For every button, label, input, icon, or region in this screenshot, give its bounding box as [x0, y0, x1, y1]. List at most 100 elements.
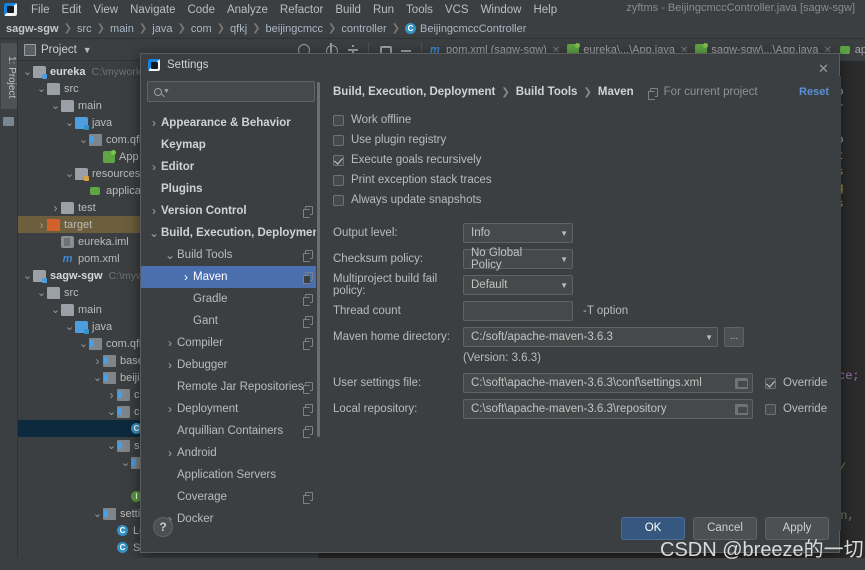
settings-tree-item-build-tools[interactable]: ⌄ Build Tools	[141, 244, 321, 266]
chevron-down-icon[interactable]: ▼	[83, 45, 92, 55]
chevron-down-icon[interactable]: ⌄	[64, 168, 75, 179]
settings-tree-item-version-control[interactable]: › Version Control	[141, 200, 321, 222]
close-icon[interactable]: ✕	[818, 62, 829, 75]
settings-tree-item-gant[interactable]: Gant	[141, 310, 321, 332]
checksum-policy-select[interactable]: No Global Policy ▼	[463, 247, 573, 271]
breadcrumb-item-class[interactable]: BeijingcmccController	[420, 23, 526, 35]
settings-tree-item-arquillian-containers[interactable]: Arquillian Containers	[141, 420, 321, 442]
settings-tree-item-appearance-behavior[interactable]: › Appearance & Behavior	[141, 112, 321, 134]
settings-tree-item-build-execution-deployment[interactable]: ⌄ Build, Execution, Deployment	[141, 222, 321, 244]
settings-breadcrumb-2[interactable]: Maven	[598, 86, 634, 98]
chevron-down-icon[interactable]: ⌄	[50, 100, 61, 111]
settings-tree-item-android[interactable]: › Android	[141, 442, 321, 464]
settings-breadcrumb-1[interactable]: Build Tools	[516, 86, 578, 98]
chevron-down-icon[interactable]: ⌄	[163, 249, 177, 261]
menu-item-help[interactable]: Help	[527, 3, 563, 17]
menu-item-analyze[interactable]: Analyze	[221, 3, 274, 17]
help-button[interactable]: ?	[153, 517, 173, 537]
settings-tree-item-debugger[interactable]: › Debugger	[141, 354, 321, 376]
folder-browse-icon[interactable]	[735, 377, 748, 389]
menu-item-view[interactable]: View	[87, 3, 124, 17]
chevron-right-icon[interactable]: ›	[50, 201, 61, 215]
settings-tree-item-remote-jar-repositories[interactable]: Remote Jar Repositories	[141, 376, 321, 398]
chevron-down-icon[interactable]: ⌄	[78, 134, 89, 145]
use-plugin-registry-checkbox[interactable]	[333, 134, 344, 146]
chevron-right-icon[interactable]: ›	[147, 160, 161, 174]
chevron-down-icon[interactable]: ⌄	[120, 457, 131, 468]
settings-tree-item-gradle[interactable]: Gradle	[141, 288, 321, 310]
menu-item-run[interactable]: Run	[367, 3, 400, 17]
chevron-down-icon[interactable]: ⌄	[106, 440, 117, 451]
user-settings-input[interactable]: C:\soft\apache-maven-3.6.3\conf\settings…	[463, 373, 753, 393]
chevron-down-icon[interactable]: ⌄	[78, 338, 89, 349]
chevron-down-icon[interactable]: ⌄	[147, 227, 161, 239]
breadcrumb-item-src[interactable]: src	[77, 23, 92, 35]
breadcrumb-item-project[interactable]: sagw-sgw	[6, 23, 59, 35]
checkbox-row-work-offline[interactable]: Work offline	[333, 110, 829, 130]
checkbox-row-use-plugin-registry[interactable]: Use plugin registry	[333, 130, 829, 150]
menu-item-vcs[interactable]: VCS	[439, 3, 475, 17]
local-repository-input[interactable]: C:\soft\apache-maven-3.6.3\repository	[463, 399, 753, 419]
menu-item-navigate[interactable]: Navigate	[124, 3, 181, 17]
chevron-down-icon[interactable]: ⌄	[50, 304, 61, 315]
chevron-down-icon[interactable]: ⌄	[92, 372, 103, 383]
chevron-right-icon[interactable]: ›	[163, 446, 177, 460]
chevron-down-icon[interactable]: ⌄	[22, 66, 33, 77]
settings-tree-item-coverage[interactable]: Coverage	[141, 486, 321, 508]
multiproject-policy-select[interactable]: Default ▼	[463, 275, 573, 295]
breadcrumb-item-qfkj[interactable]: qfkj	[230, 23, 247, 35]
tool-window-button-project[interactable]: 1: Project	[1, 43, 17, 109]
chevron-right-icon[interactable]: ›	[147, 204, 161, 218]
chevron-down-icon[interactable]: ⌄	[92, 508, 103, 519]
settings-tree-item-application-servers[interactable]: Application Servers	[141, 464, 321, 486]
settings-tree-item-compiler[interactable]: › Compiler	[141, 332, 321, 354]
maven-home-browse-button[interactable]: ...	[724, 327, 744, 347]
print-exception-stack-traces-checkbox[interactable]	[333, 174, 344, 186]
settings-tree[interactable]: › Appearance & Behavior Keymap › Editor Plu…	[141, 112, 321, 531]
settings-tree-item-deployment[interactable]: › Deployment	[141, 398, 321, 420]
menu-item-tools[interactable]: Tools	[400, 3, 439, 17]
thread-count-input[interactable]	[463, 301, 573, 321]
search-input[interactable]: ▼	[147, 81, 315, 102]
chevron-down-icon[interactable]: ⌄	[64, 117, 75, 128]
chevron-down-icon[interactable]: ⌄	[36, 83, 47, 94]
chevron-right-icon[interactable]: ›	[163, 358, 177, 372]
chevron-right-icon[interactable]: ›	[92, 354, 103, 368]
chevron-down-icon[interactable]: ⌄	[64, 321, 75, 332]
always-update-snapshots-checkbox[interactable]	[333, 194, 344, 206]
settings-tree-item-maven[interactable]: › Maven	[141, 266, 321, 288]
settings-tree-item-editor[interactable]: › Editor	[141, 156, 321, 178]
chevron-down-icon[interactable]: ⌄	[22, 270, 33, 281]
settings-tree-item-plugins[interactable]: Plugins	[141, 178, 321, 200]
checkbox-row-execute-goals-recursively[interactable]: Execute goals recursively	[333, 150, 829, 170]
structure-icon[interactable]	[3, 117, 14, 126]
folder-browse-icon[interactable]	[735, 403, 748, 415]
local-repository-override-checkbox[interactable]	[765, 403, 776, 415]
chevron-right-icon[interactable]: ›	[163, 402, 177, 416]
breadcrumb-item-com[interactable]: com	[191, 23, 212, 35]
settings-breadcrumb-0[interactable]: Build, Execution, Deployment	[333, 86, 495, 98]
settings-tree-item-keymap[interactable]: Keymap	[141, 134, 321, 156]
work-offline-checkbox[interactable]	[333, 114, 344, 126]
chevron-right-icon[interactable]: ›	[179, 270, 193, 284]
breadcrumb-item-controller[interactable]: controller	[341, 23, 386, 35]
maven-home-combo[interactable]: C:/soft/apache-maven-3.6.3 ▼	[463, 327, 718, 347]
reset-button[interactable]: Reset	[799, 86, 829, 98]
breadcrumb-item-main[interactable]: main	[110, 23, 134, 35]
execute-goals-recursively-checkbox[interactable]	[333, 154, 344, 166]
user-settings-override-checkbox[interactable]	[765, 377, 776, 389]
chevron-right-icon[interactable]: ›	[147, 116, 161, 130]
chevron-down-icon[interactable]: ⌄	[36, 287, 47, 298]
menu-item-build[interactable]: Build	[329, 3, 367, 17]
checkbox-row-always-update-snapshots[interactable]: Always update snapshots	[333, 190, 829, 210]
menu-item-refactor[interactable]: Refactor	[274, 3, 329, 17]
output-level-select[interactable]: Info ▼	[463, 223, 573, 243]
menu-item-file[interactable]: File	[25, 3, 56, 17]
chevron-right-icon[interactable]: ›	[163, 336, 177, 350]
chevron-right-icon[interactable]: ›	[36, 218, 47, 232]
menu-item-window[interactable]: Window	[475, 3, 528, 17]
chevron-right-icon[interactable]: ›	[106, 388, 117, 402]
checkbox-row-print-exception-stack-traces[interactable]: Print exception stack traces	[333, 170, 829, 190]
breadcrumb-item-java[interactable]: java	[152, 23, 172, 35]
menu-item-code[interactable]: Code	[181, 3, 221, 17]
